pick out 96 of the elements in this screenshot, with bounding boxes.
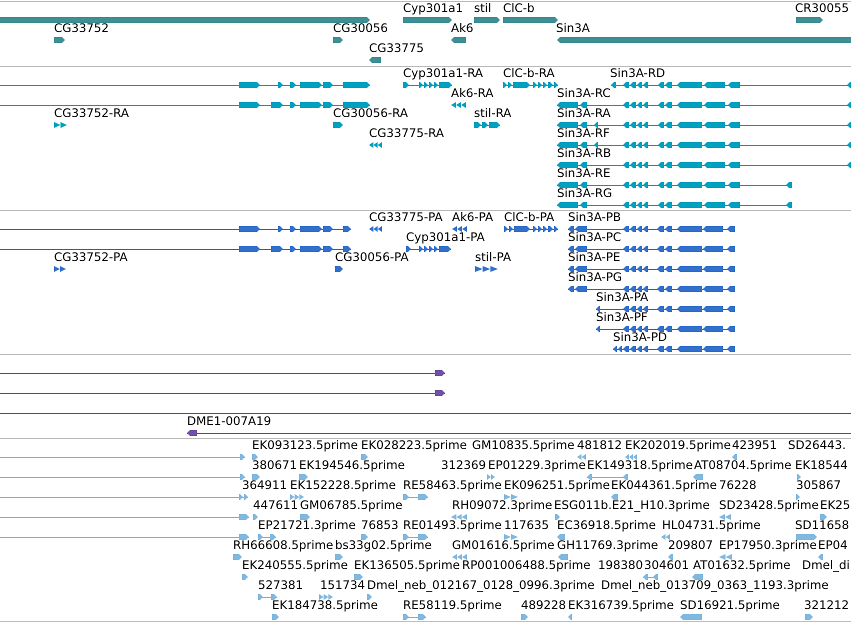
est-label: SD16921.5prime (680, 599, 780, 612)
gene-label: CG33752 (54, 22, 109, 35)
protein-label: Sin3A-PG (568, 271, 622, 284)
est-label: EK136505.5prime (354, 559, 460, 572)
est-label: RE58119.5prime (403, 599, 502, 612)
protein-label: Sin3A-PA (596, 291, 648, 304)
est-label: EK152228.5prime (290, 479, 396, 492)
est-label: Dmel_neb_012167_0128_0996.3prime (367, 579, 595, 592)
est-label: EP04 (818, 539, 848, 552)
protein-label: Ak6-PA (452, 211, 494, 224)
transcript-label: Sin3A-RF (557, 127, 610, 140)
est-label: EP21721.3prime (258, 519, 356, 532)
transcript-label: Cyp301a1-RA (403, 67, 484, 80)
est-label: EC36918.5prime (557, 519, 656, 532)
est-label: Dmel_di (802, 559, 850, 572)
est-label: EK316739.5prime (568, 599, 674, 612)
est-label: SD26443. (788, 439, 846, 452)
est-label: AT08704.5prime (694, 459, 792, 472)
est-label: EP01229.3prime (488, 459, 586, 472)
transcript-label: stil-RA (474, 107, 512, 120)
gene-label: ClC-b (503, 2, 534, 15)
est-label: EK240555.5prime (242, 559, 348, 572)
est-label: EK044361.5prime (611, 479, 717, 492)
transcript-label: Sin3A-RD (610, 67, 666, 80)
est-label: 76228 (719, 479, 757, 492)
est-label: 364911 (242, 479, 288, 492)
est-label: GM06785.5prime (300, 499, 402, 512)
est-label: 76853 (361, 519, 399, 532)
protein-label: CG33775-PA (369, 211, 443, 224)
protein-label: Sin3A-PF (596, 311, 648, 324)
est-label: bs33g02.5prime (335, 539, 432, 552)
est-label: 304601 (644, 559, 690, 572)
gene-label: Ak6 (451, 22, 474, 35)
est-label: EK18544 (795, 459, 848, 472)
est-label: 380671 (252, 459, 298, 472)
transcript-label: CG33775-RA (369, 127, 444, 140)
gene-label: CG33775 (369, 42, 424, 55)
est-label: RE58463.5prime (403, 479, 502, 492)
gene-label: CR30055 (795, 2, 849, 15)
transcript-label: CG30056-RA (333, 107, 408, 120)
est-label: 305867 (796, 479, 842, 492)
gene-label: Sin3A (556, 22, 590, 35)
transcript-label: Sin3A-RC (557, 87, 611, 100)
est-label: EK149318.5prime (587, 459, 693, 472)
est-label: RH66608.5prime (233, 539, 334, 552)
protein-label: CG30056-PA (335, 251, 409, 264)
est-label: EK194546.5prime (299, 459, 405, 472)
est-label: 423951 (732, 439, 778, 452)
est-label: 489228 (521, 599, 566, 612)
est-label: RP001006488.5prime (462, 559, 590, 572)
est-label: 209807 (668, 539, 714, 552)
est-label: EK093123.5prime (252, 439, 358, 452)
protein-label: Cyp301a1-PA (406, 231, 485, 244)
est-label: SD23428.5prime (719, 499, 819, 512)
transcript-label: ClC-b-RA (503, 67, 555, 80)
est-label: 117635 (504, 519, 550, 532)
est-label: 198380 (598, 559, 644, 572)
est-label: SD11658 (795, 519, 850, 532)
est-label: 312369 (441, 459, 486, 472)
transcript-label: Sin3A-RB (557, 147, 612, 160)
est-label: 481812 (577, 439, 622, 452)
protein-label: Sin3A-PD (613, 331, 668, 344)
transcript-label: Ak6-RA (451, 87, 494, 100)
est-label: GM10835.5prime (472, 439, 574, 452)
gene-label: Cyp301a1 (403, 2, 463, 15)
est-label: RH09072.3prime (452, 499, 552, 512)
protein-label: Sin3A-PB (568, 211, 622, 224)
protein-label: ClC-b-PA (504, 211, 554, 224)
transcript-label: Sin3A-RG (557, 187, 612, 200)
transcript-label: Sin3A-RA (557, 107, 611, 120)
protein-label: CG33752-PA (54, 251, 128, 264)
protein-label: stil-PA (475, 251, 512, 264)
est-label: EK028223.5prime (361, 439, 467, 452)
est-label: 447611 (253, 499, 298, 512)
est-label: GM01616.5prime (452, 539, 554, 552)
gene-label: stil (474, 2, 492, 15)
est-label: HL04731.5prime (662, 519, 761, 532)
est-label: AT01632.5prime (693, 559, 791, 572)
est-label: EK184738.5prime (272, 599, 378, 612)
est-label: 151734 (320, 579, 366, 592)
est-label: 527381 (258, 579, 304, 592)
est-label: EK202019.5prime (625, 439, 731, 452)
est-label: RE01493.5prime (403, 519, 502, 532)
est-label: GH11769.3prime (557, 539, 658, 552)
est-label: ESG011b.E21_H10.3prime (554, 499, 710, 512)
est-label: 321212 (804, 599, 850, 612)
est-label: EK096251.5prime (504, 479, 610, 492)
est-label: Dmel_neb_013709_0363_1193.3prime (601, 579, 829, 592)
est-label: EP17950.3prime (719, 539, 817, 552)
transcript-label: CG33752-RA (54, 107, 129, 120)
transcript-label: Sin3A-RE (557, 167, 610, 180)
clone-label: DME1-007A19 (187, 415, 272, 428)
protein-label: Sin3A-PC (568, 231, 622, 244)
protein-label: Sin3A-PE (568, 251, 620, 264)
gene-label: CG30056 (333, 22, 388, 35)
est-label: EK25 (820, 499, 850, 512)
